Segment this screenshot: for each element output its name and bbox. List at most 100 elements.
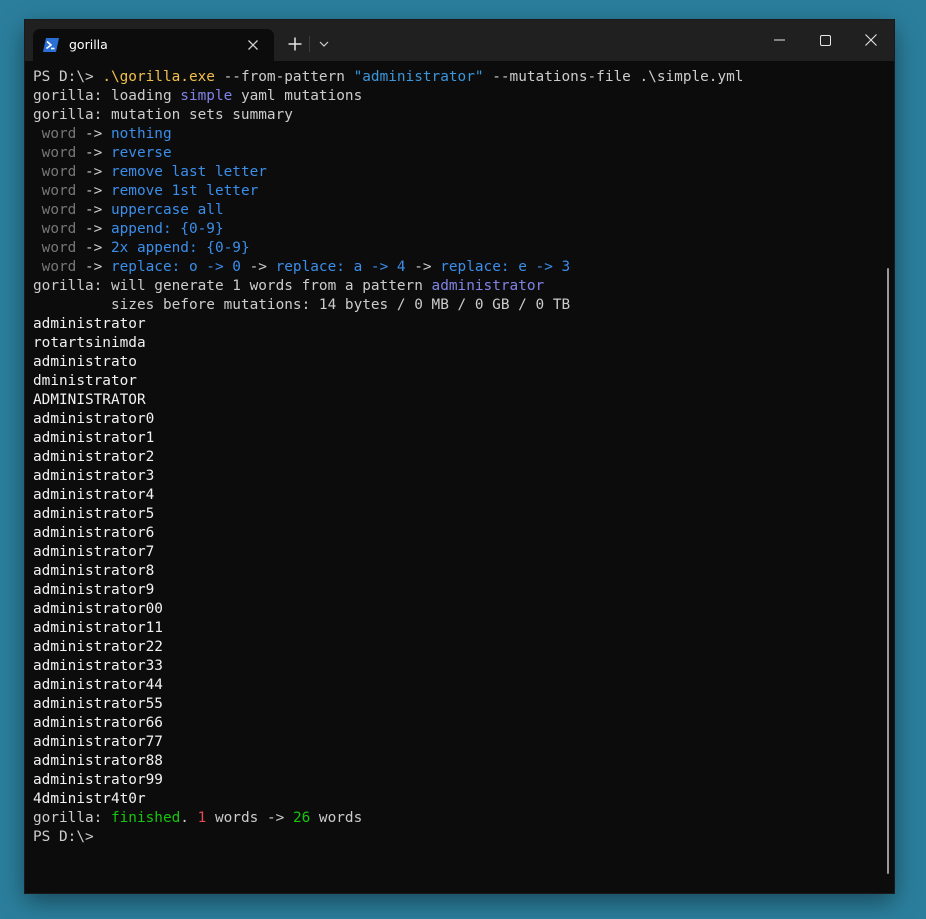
terminal-line: administrator0	[33, 410, 883, 429]
terminal-text: administrator66	[33, 715, 163, 731]
terminal-text: word	[33, 183, 77, 199]
close-window-button[interactable]	[848, 20, 894, 60]
terminal-text: replace: a -> 4	[275, 259, 406, 275]
terminal-text: administrator2	[33, 449, 155, 465]
terminal-text: gorilla: mutation sets summary	[33, 107, 293, 123]
terminal-text: ->	[76, 145, 111, 161]
terminal-text: ->	[76, 240, 111, 256]
terminal-text: administrator3	[33, 468, 155, 484]
tab-gorilla[interactable]: gorilla	[33, 29, 274, 61]
terminal-line: administrator77	[33, 733, 883, 752]
terminal-text: ->	[76, 126, 111, 142]
terminal-line: word -> uppercase all	[33, 201, 883, 220]
terminal-text: word	[33, 164, 77, 180]
terminal-line: ADMINISTRATOR	[33, 391, 883, 410]
terminal-text: PS D:\>	[33, 69, 103, 85]
powershell-icon	[43, 37, 59, 52]
terminal-text: ->	[76, 259, 111, 275]
terminal-text: administrator0	[33, 411, 155, 427]
terminal-line: word -> append: {0-9}	[33, 220, 883, 239]
terminal-text: .\gorilla.exe	[102, 69, 215, 85]
terminal-text: word	[33, 259, 77, 275]
title-bar[interactable]: gorilla	[25, 20, 894, 61]
terminal-line: gorilla: loading simple yaml mutations	[33, 87, 883, 106]
terminal-text: word	[33, 126, 77, 142]
terminal-text: finished	[110, 810, 181, 826]
terminal-text: ->	[76, 183, 111, 199]
terminal-output[interactable]: PS D:\> .\gorilla.exe --from-pattern "ad…	[33, 68, 883, 847]
terminal-text: 4dministr4t0r	[33, 791, 146, 807]
terminal-text: administrator88	[33, 753, 163, 769]
terminal-line: word -> remove last letter	[33, 163, 883, 182]
terminal-line: administrator44	[33, 676, 883, 695]
terminal-line: administrator2	[33, 448, 883, 467]
terminal-text: administrator8	[33, 563, 155, 579]
terminal-line: PS D:\> .\gorilla.exe --from-pattern "ad…	[33, 68, 883, 87]
terminal-line: administrator8	[33, 562, 883, 581]
new-tab-plus-icon[interactable]	[284, 34, 306, 54]
terminal-text: ADMINISTRATOR	[33, 392, 146, 408]
terminal-text: words ->	[206, 810, 293, 826]
terminal-line: sizes before mutations: 14 bytes / 0 MB …	[33, 296, 883, 315]
terminal-text: ->	[76, 202, 111, 218]
terminal-line: administrator4	[33, 486, 883, 505]
terminal-text: ->	[76, 221, 111, 237]
terminal-text: administrator11	[33, 620, 163, 636]
terminal-text: remove 1st letter	[110, 183, 259, 199]
terminal-text: uppercase all	[110, 202, 224, 218]
terminal-text: PS D:\>	[33, 829, 94, 845]
terminal-text: gorilla:	[33, 810, 111, 826]
maximize-icon	[819, 34, 831, 46]
terminal-text: administrator4	[33, 487, 155, 503]
terminal-line: administrator5	[33, 505, 883, 524]
close-icon	[865, 34, 877, 46]
terminal-text: append: {0-9}	[110, 221, 224, 237]
terminal-line: administrator3	[33, 467, 883, 486]
tab-close-icon[interactable]	[242, 35, 264, 55]
terminal-text: administrator22	[33, 639, 163, 655]
terminal-line: word -> nothing	[33, 125, 883, 144]
maximize-button[interactable]	[802, 20, 848, 60]
terminal-line: administrator22	[33, 638, 883, 657]
terminal-text: administrator7	[33, 544, 155, 560]
minimize-button[interactable]	[756, 20, 802, 60]
terminal-line: administrator66	[33, 714, 883, 733]
terminal-text: administrator1	[33, 430, 155, 446]
terminal-line: administrator1	[33, 429, 883, 448]
terminal-line: 4dministr4t0r	[33, 790, 883, 809]
minimize-icon	[773, 39, 785, 41]
terminal-line: administrator00	[33, 600, 883, 619]
terminal-text: ->	[76, 164, 111, 180]
terminal-line: word -> replace: o -> 0 -> replace: a ->…	[33, 258, 883, 277]
terminal-line: PS D:\>	[33, 828, 883, 847]
terminal-text: administrator33	[33, 658, 163, 674]
terminal-text: "administrator"	[353, 69, 484, 85]
terminal-line: dministrator	[33, 372, 883, 391]
terminal-text: 1	[197, 810, 207, 826]
tab-title: gorilla	[69, 37, 108, 52]
terminal-line: administrator6	[33, 524, 883, 543]
terminal-line: word -> remove 1st letter	[33, 182, 883, 201]
terminal-line: word -> 2x append: {0-9}	[33, 239, 883, 258]
terminal-text: 26	[292, 810, 311, 826]
terminal-text: administrator	[33, 316, 146, 332]
terminal-text: sizes before mutations: 14 bytes / 0 MB …	[33, 297, 571, 313]
terminal-line: administrator88	[33, 752, 883, 771]
terminal-text: --mutations-file .\simple.yml	[483, 69, 744, 85]
terminal-text: gorilla: loading	[33, 88, 181, 104]
terminal-text: rotartsinimda	[33, 335, 146, 351]
terminal-text: administrator9	[33, 582, 155, 598]
terminal-line: rotartsinimda	[33, 334, 883, 353]
terminal-text: replace: o -> 0	[110, 259, 241, 275]
terminal-line: administrator55	[33, 695, 883, 714]
terminal-text: words	[310, 810, 363, 826]
terminal-line: administrator33	[33, 657, 883, 676]
vertical-scrollbar[interactable]	[887, 268, 889, 874]
terminal-text: word	[33, 221, 77, 237]
terminal-text: administrator6	[33, 525, 155, 541]
chevron-down-icon[interactable]	[313, 34, 335, 54]
terminal-text: administrator55	[33, 696, 163, 712]
terminal-text: administrator99	[33, 772, 163, 788]
terminal-text: administrato	[33, 354, 137, 370]
terminal-text: word	[33, 202, 77, 218]
